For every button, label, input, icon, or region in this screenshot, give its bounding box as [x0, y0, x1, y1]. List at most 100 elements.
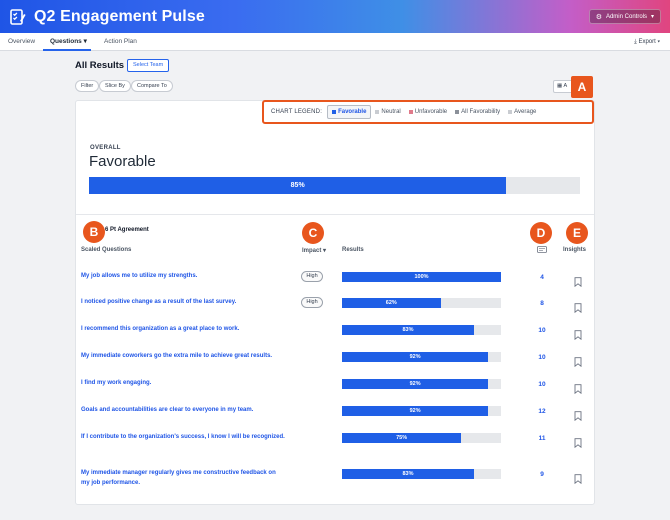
comment-count-link[interactable]: 10: [532, 354, 552, 361]
tab-questions-label: Questions: [50, 38, 82, 45]
legend-title: CHART LEGEND:: [271, 109, 323, 115]
select-team-button[interactable]: Select Team: [127, 59, 170, 72]
legend-label: Average: [514, 109, 537, 115]
marker-d: D: [530, 222, 552, 244]
question-link[interactable]: My immediate manager regularly gives me …: [81, 468, 286, 488]
insights-header: Insights: [563, 247, 587, 253]
legend-swatch: [455, 110, 460, 114]
result-bar-fill: 83%: [342, 325, 474, 335]
question-link[interactable]: I recommend this organization as a great…: [81, 324, 286, 334]
gear-icon: ⚙: [595, 13, 602, 21]
overall-bar: 85%: [89, 177, 580, 194]
legend-label: Neutral: [381, 109, 401, 115]
result-bar-fill: 75%: [342, 433, 462, 443]
bookmark-icon[interactable]: [574, 381, 582, 395]
tab-questions[interactable]: Questions ▾: [43, 33, 91, 51]
filter-button[interactable]: Filter: [75, 80, 100, 92]
bookmark-icon[interactable]: [574, 327, 582, 341]
legend-swatch: [508, 110, 513, 114]
comments-header-icon: [537, 246, 547, 256]
marker-b: B: [83, 221, 105, 243]
result-bar-fill: 92%: [342, 406, 489, 416]
question-link[interactable]: My immediate coworkers go the extra mile…: [81, 351, 286, 361]
slice-by-button[interactable]: Slice By: [99, 80, 131, 92]
scaled-questions-header: Scaled Questions: [81, 247, 132, 253]
app-title: Q2 Engagement Pulse: [34, 7, 205, 25]
export-button[interactable]: ⤓ Export ▾: [634, 33, 660, 51]
comment-count-link[interactable]: 10: [532, 381, 552, 388]
comment-count-link[interactable]: 12: [532, 408, 552, 415]
legend-label: Favorable: [338, 109, 367, 115]
question-link[interactable]: Goals and accountabilities are clear to …: [81, 405, 286, 415]
question-link[interactable]: I noticed positive change as a result of…: [81, 297, 286, 307]
result-bar: 75%: [342, 433, 501, 443]
nav-bar: Overview Questions ▾ Action Plan ⤓ Expor…: [0, 33, 670, 51]
result-bar-fill: 83%: [342, 469, 474, 479]
app-header: Q2 Engagement Pulse ⚙ Admin Controls ▾: [0, 0, 670, 33]
legend-swatch: [332, 110, 337, 114]
result-bar: 100%: [342, 272, 501, 282]
result-bar-fill: 92%: [342, 379, 489, 389]
comment-count-link[interactable]: 9: [532, 471, 552, 478]
download-icon: ⤓: [634, 39, 637, 45]
scale-label: e: 6 Pt Agreement: [98, 227, 149, 233]
tab-overview[interactable]: Overview: [8, 33, 35, 51]
impact-header[interactable]: Impact ▾: [302, 247, 326, 254]
legend-label: All Favorability: [461, 109, 501, 115]
results-header: Results: [342, 247, 364, 253]
bookmark-icon[interactable]: [574, 274, 582, 288]
result-bar-fill: 100%: [342, 272, 501, 282]
chevron-down-icon: ▾: [657, 39, 660, 45]
bookmark-icon[interactable]: [574, 471, 582, 485]
result-bar: 83%: [342, 325, 501, 335]
survey-logo-icon: [9, 8, 27, 26]
bookmark-icon[interactable]: [574, 354, 582, 368]
chevron-down-icon: ▾: [650, 14, 654, 20]
overall-label: OVERALL: [90, 145, 121, 151]
calendar-icon: ▦: [557, 83, 563, 89]
legend-item-favorable[interactable]: Favorable: [327, 105, 372, 119]
impact-badge: High: [301, 297, 323, 308]
legend-item-all-favorability[interactable]: All Favorability: [451, 105, 504, 119]
comment-count-link[interactable]: 4: [532, 274, 552, 281]
marker-e: E: [566, 222, 588, 244]
comment-count-link[interactable]: 11: [532, 435, 552, 442]
comment-count-link[interactable]: 8: [532, 300, 552, 307]
bookmark-icon[interactable]: [574, 408, 582, 422]
result-bar: 92%: [342, 352, 501, 362]
result-bar: 92%: [342, 406, 501, 416]
legend-item-average[interactable]: Average: [504, 105, 540, 119]
result-bar: 83%: [342, 469, 501, 479]
result-bar: 92%: [342, 379, 501, 389]
marker-a: A: [571, 76, 593, 98]
legend-swatch: [408, 110, 413, 114]
export-label: Export: [638, 39, 656, 45]
admin-controls-label: Admin Controls: [605, 13, 647, 20]
marker-c: C: [302, 222, 324, 244]
compare-to-button[interactable]: Compare To: [131, 80, 173, 92]
date-range-label: A: [563, 83, 568, 89]
bookmark-icon[interactable]: [574, 435, 582, 449]
question-link[interactable]: If I contribute to the organization's su…: [81, 432, 286, 442]
question-link[interactable]: I find my work engaging.: [81, 378, 286, 388]
chart-legend: CHART LEGEND: Favorable Neutral Unfavora…: [262, 100, 594, 124]
legend-swatch: [375, 110, 380, 114]
result-bar-fill: 92%: [342, 352, 489, 362]
tab-action-plan[interactable]: Action Plan: [104, 33, 137, 51]
legend-label: Unfavorable: [414, 109, 448, 115]
admin-controls-button[interactable]: ⚙ Admin Controls ▾: [588, 9, 661, 24]
result-bar-fill: 62%: [342, 298, 441, 308]
chevron-down-icon: ▾: [323, 248, 327, 254]
page-title: All Results: [75, 60, 125, 71]
legend-item-neutral[interactable]: Neutral: [371, 105, 404, 119]
overall-bar-fill: 85%: [89, 177, 507, 194]
chevron-down-icon: ▾: [83, 38, 87, 45]
legend-item-unfavorable[interactable]: Unfavorable: [405, 105, 451, 119]
divider: [76, 214, 594, 215]
impact-badge: High: [301, 271, 323, 282]
comment-count-link[interactable]: 10: [532, 327, 552, 334]
question-link[interactable]: My job allows me to utilize my strengths…: [81, 271, 286, 281]
overall-value: Favorable: [89, 153, 156, 170]
bookmark-icon[interactable]: [574, 300, 582, 314]
impact-header-label: Impact: [302, 248, 322, 254]
